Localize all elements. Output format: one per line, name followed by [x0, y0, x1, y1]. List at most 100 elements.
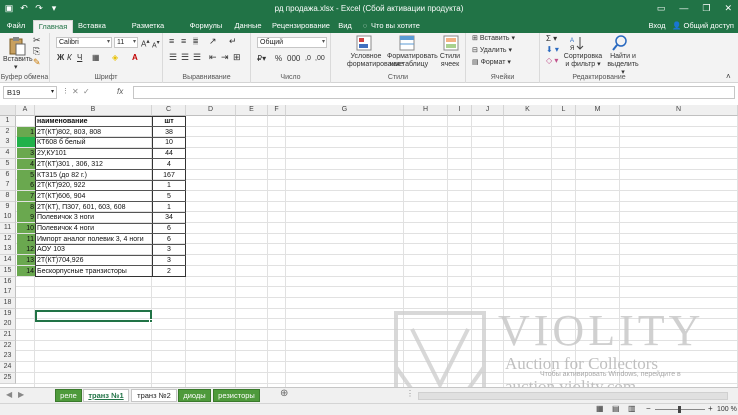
- format-table-icon[interactable]: [399, 35, 415, 51]
- row-number-cell[interactable]: 8: [17, 201, 35, 212]
- outdent-icon[interactable]: ⇥: [221, 53, 229, 62]
- row-header-22[interactable]: 22: [0, 340, 16, 352]
- ribbon-options-icon[interactable]: ▭: [657, 3, 666, 14]
- align-middle-icon[interactable]: ≡: [181, 37, 186, 46]
- wrap-text-icon[interactable]: ↵: [229, 37, 237, 46]
- borders-icon[interactable]: ▦: [92, 54, 100, 62]
- paste-button[interactable]: Вставить: [3, 56, 33, 64]
- zoom-slider-thumb[interactable]: [678, 406, 681, 413]
- insert-cells-button[interactable]: ⊞ Вставить ▾: [472, 35, 515, 43]
- row-header-4[interactable]: 4: [0, 148, 16, 160]
- row-number-cell[interactable]: 4: [17, 158, 35, 169]
- row-number-cell[interactable]: 9: [17, 212, 35, 223]
- horizontal-scrollbar[interactable]: [418, 392, 728, 400]
- row-header-25[interactable]: 25: [0, 372, 16, 384]
- row-header-15[interactable]: 15: [0, 265, 16, 277]
- increase-decimal-icon[interactable]: ,0: [305, 55, 311, 63]
- paste-icon[interactable]: [8, 36, 26, 56]
- italic-button[interactable]: К: [67, 54, 72, 62]
- sheet-tab-rele[interactable]: реле: [55, 389, 82, 402]
- column-header-d[interactable]: D: [186, 105, 236, 116]
- column-header-g[interactable]: G: [286, 105, 404, 116]
- comma-style-icon[interactable]: 000: [287, 55, 300, 63]
- cell-styles-icon[interactable]: [443, 35, 459, 51]
- column-header-l[interactable]: L: [552, 105, 576, 116]
- page-layout-view-icon[interactable]: ▤: [612, 405, 620, 413]
- column-header-j[interactable]: J: [472, 105, 504, 116]
- sheet-tab-tranz-1[interactable]: транз №1: [83, 389, 129, 402]
- paste-dropdown-icon[interactable]: ▾: [14, 64, 18, 72]
- row-header-11[interactable]: 11: [0, 223, 16, 234]
- align-right-icon[interactable]: ☰: [193, 53, 201, 62]
- delete-cells-button[interactable]: ⊟ Удалить ▾: [472, 47, 512, 55]
- decrease-font-icon[interactable]: A▾: [152, 39, 160, 50]
- row-header-1[interactable]: 1: [0, 116, 16, 127]
- row-header-8[interactable]: 8: [0, 190, 16, 202]
- row-number-cell[interactable]: 14: [17, 265, 35, 276]
- selected-cell-b19[interactable]: [35, 310, 152, 322]
- confirm-entry-icon[interactable]: ✓: [83, 88, 90, 96]
- tab-insert[interactable]: Вставка: [75, 20, 109, 33]
- column-header-k[interactable]: K: [504, 105, 552, 116]
- tab-file[interactable]: Файл: [2, 20, 30, 33]
- find-select-icon[interactable]: [612, 35, 628, 51]
- row-header-14[interactable]: 14: [0, 255, 16, 267]
- font-size-combo[interactable]: 11 ▾: [114, 37, 138, 48]
- column-header-e[interactable]: E: [236, 105, 268, 116]
- underline-button[interactable]: Ч: [77, 54, 82, 62]
- format-table-button[interactable]: Форматировать как таблицу: [387, 53, 438, 69]
- column-header-n[interactable]: N: [620, 105, 738, 116]
- row-header-10[interactable]: 10: [0, 212, 16, 224]
- indent-icon[interactable]: ⇤: [209, 53, 217, 62]
- row-number-cell[interactable]: 1: [17, 126, 35, 137]
- zoom-in-icon[interactable]: +: [708, 405, 713, 413]
- row-number-cell[interactable]: [17, 137, 35, 148]
- tab-formulas[interactable]: Формулы: [187, 20, 225, 33]
- insert-function-icon[interactable]: fx: [117, 87, 123, 96]
- row-header-19[interactable]: 19: [0, 308, 16, 320]
- cancel-entry-icon[interactable]: ✕: [72, 88, 79, 96]
- tab-data[interactable]: Данные: [231, 20, 265, 33]
- column-header-b[interactable]: B: [35, 105, 152, 116]
- scroll-right-icon[interactable]: ▶: [18, 391, 24, 399]
- page-break-view-icon[interactable]: ▥: [628, 405, 636, 413]
- column-header-c[interactable]: C: [152, 105, 186, 116]
- zoom-out-icon[interactable]: −: [646, 405, 651, 413]
- cut-icon[interactable]: ✂: [33, 36, 41, 45]
- row-header-12[interactable]: 12: [0, 233, 16, 245]
- normal-view-icon[interactable]: ▦: [596, 405, 604, 413]
- conditional-format-icon[interactable]: [356, 35, 372, 51]
- row-header-5[interactable]: 5: [0, 158, 16, 170]
- align-center-icon[interactable]: ☰: [181, 53, 189, 62]
- row-header-6[interactable]: 6: [0, 169, 16, 181]
- tab-view[interactable]: Вид: [335, 20, 355, 33]
- copy-icon[interactable]: ⎘: [33, 47, 40, 56]
- format-painter-icon[interactable]: ✎: [33, 58, 41, 67]
- percent-icon[interactable]: %: [275, 55, 282, 63]
- font-color-icon[interactable]: A: [132, 54, 138, 62]
- align-bottom-icon[interactable]: ≡: [193, 37, 199, 46]
- restore-icon[interactable]: ❐: [702, 3, 710, 14]
- decrease-decimal-icon[interactable]: ,00: [315, 55, 325, 63]
- fill-icon[interactable]: ⬇ ▾: [546, 46, 559, 54]
- select-all-corner[interactable]: [0, 105, 16, 116]
- row-number-cell[interactable]: 13: [17, 255, 35, 266]
- row-header-2[interactable]: 2: [0, 126, 16, 138]
- row-number-cell[interactable]: 7: [17, 190, 35, 201]
- fill-color-icon[interactable]: ◈: [112, 54, 118, 62]
- tab-home[interactable]: Главная: [33, 20, 73, 33]
- row-number-cell[interactable]: 10: [17, 223, 35, 233]
- collapse-ribbon-icon[interactable]: ˄: [726, 73, 731, 81]
- row-header-17[interactable]: 17: [0, 287, 16, 299]
- close-icon[interactable]: ✕: [724, 3, 732, 14]
- zoom-level[interactable]: 100 %: [717, 406, 737, 414]
- row-header-23[interactable]: 23: [0, 351, 16, 363]
- format-cells-button[interactable]: ▤ Формат ▾: [472, 59, 511, 67]
- bold-button[interactable]: Ж: [57, 54, 64, 62]
- scroll-left-icon[interactable]: ◀: [6, 391, 12, 399]
- sheet-tab-rezistory[interactable]: резисторы: [213, 389, 260, 402]
- row-header-16[interactable]: 16: [0, 276, 16, 288]
- sort-filter-button[interactable]: Сортировка и фильтр ▾: [562, 53, 604, 69]
- align-top-icon[interactable]: ≡: [169, 37, 174, 46]
- align-left-icon[interactable]: ☰: [169, 53, 177, 62]
